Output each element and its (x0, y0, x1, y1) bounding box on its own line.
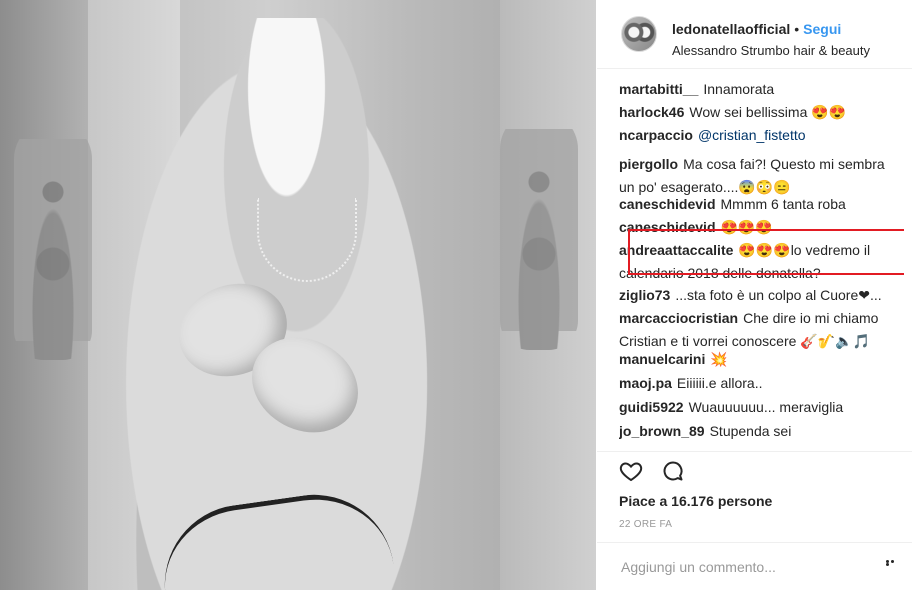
comment-user[interactable]: guidi5922 (619, 399, 684, 415)
post-header: ledonatellaofficial • Segui Alessandro Str… (597, 0, 912, 69)
comment-text: 💥 (710, 351, 728, 367)
comment-user[interactable]: piergollo (619, 156, 678, 172)
comment-item: maoj.pa Eiiiiii.e allora.. (619, 372, 889, 395)
comment-item: ziglio73 ...sta foto è un colpo al Cuore❤… (619, 284, 889, 307)
post-photo (0, 0, 596, 590)
post-timestamp: 22 ORE FA (619, 519, 673, 530)
comment-item: jo_brown_89 Stupenda sei (619, 420, 889, 443)
comment-text: ...sta foto è un colpo al Cuore❤... (675, 287, 882, 303)
mention-link[interactable]: @cristian_fistetto (698, 127, 806, 143)
comment-divider (597, 542, 912, 543)
comment-text: Innamorata (703, 81, 775, 97)
comment-item: marcacciocristian Che dire io mi chiamo C… (619, 307, 889, 353)
wall-ornament-right (500, 110, 578, 350)
follow-button[interactable]: Segui (803, 21, 841, 37)
avatar[interactable] (621, 16, 657, 52)
comments-list[interactable]: martabitti__ Innamorata harlock46 Wow sei … (619, 78, 904, 450)
comment-item: harlock46 Wow sei bellissima 😍😍 (619, 101, 889, 124)
post-sidebar: ledonatellaofficial • Segui Alessandro Str… (597, 0, 912, 590)
section-divider (597, 451, 912, 452)
comment-text: Wow sei bellissima 😍😍 (689, 104, 847, 120)
comment-user[interactable]: marcacciocristian (619, 310, 738, 326)
comment-icon[interactable] (661, 459, 685, 483)
location-link[interactable]: Alessandro Strumbo hair & beauty (672, 43, 870, 58)
comment-user[interactable]: caneschidevid (619, 196, 716, 212)
comment-user[interactable]: martabitti__ (619, 81, 698, 97)
separator: • (794, 21, 800, 37)
comment-user[interactable]: jo_brown_89 (619, 423, 705, 439)
comment-user[interactable]: harlock46 (619, 104, 684, 120)
comment-item: caneschidevid Mmmm 6 tanta roba (619, 193, 889, 216)
comment-item: manuelcarini 💥 (619, 348, 889, 371)
comment-text: Wuauuuuuu... meraviglia (688, 399, 844, 415)
comment-item: martabitti__ Innamorata (619, 78, 889, 101)
likes-count[interactable]: Piace a 16.176 persone (619, 493, 772, 509)
username-link[interactable]: ledonatellaofficial (672, 21, 790, 37)
comment-text: Stupenda sei (709, 423, 792, 439)
highlight-box (628, 229, 904, 275)
comment-text: Eiiiiii.e allora.. (676, 375, 763, 391)
account-line: ledonatellaofficial • Segui (672, 21, 841, 37)
comment-text: Ma cosa fai?! Questo mi sembra (683, 156, 885, 172)
comment-text-continued: Cristian e ti vorrei conoscere 🎸🎷🔈🎵 (619, 333, 871, 349)
comment-text: Che dire io mi chiamo (743, 310, 879, 326)
heart-icon[interactable] (619, 459, 643, 483)
comment-item: ncarpaccio @cristian_fistetto (619, 124, 889, 147)
add-comment-input[interactable] (619, 556, 863, 578)
more-options-icon[interactable] (886, 560, 900, 566)
comment-item: guidi5922 Wuauuuuuu... meraviglia (619, 396, 889, 419)
comment-text: Mmmm 6 tanta roba (720, 196, 846, 212)
comment-user[interactable]: ncarpaccio (619, 127, 693, 143)
wall-ornament-left (14, 120, 92, 360)
comment-user[interactable]: maoj.pa (619, 375, 672, 391)
comment-user[interactable]: manuelcarini (619, 351, 705, 367)
post-actions (619, 459, 699, 489)
comment-user[interactable]: ziglio73 (619, 287, 670, 303)
